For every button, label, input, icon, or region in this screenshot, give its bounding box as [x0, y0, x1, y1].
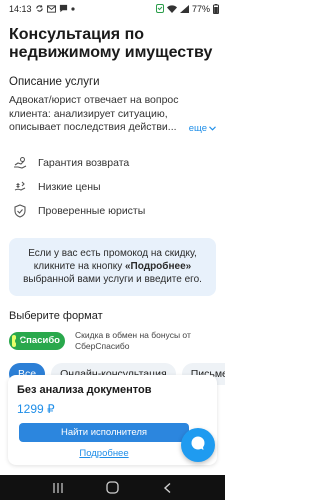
refund-icon: [12, 155, 28, 171]
promo-notice: Если у вас есть промокод на скидку, клик…: [9, 238, 216, 296]
feature-label: Проверенные юристы: [38, 205, 146, 217]
service-card-title: Без анализа документов: [17, 384, 152, 396]
page-title: Консультация по недвижимому имуществу: [9, 26, 213, 61]
chat-support-button[interactable]: [181, 428, 215, 462]
status-time: 14:13: [9, 3, 32, 14]
home-icon[interactable]: [103, 478, 123, 498]
more-details-link[interactable]: Подробнее: [19, 448, 189, 459]
battery-percent: 77%: [191, 3, 210, 14]
system-nav-bar: [0, 475, 225, 500]
chat-bubble-icon: [190, 435, 206, 456]
sber-logo-icon: [12, 334, 22, 347]
chevron-down-icon: [209, 122, 216, 136]
sber-badge-label: Спасибо: [19, 335, 60, 346]
description-text: Адвокат/юрист отвечает на вопрос клиента…: [9, 94, 179, 133]
status-bar: 14:13 77%: [0, 0, 225, 17]
feature-item: Проверенные юристы: [12, 199, 216, 223]
back-icon[interactable]: [158, 478, 178, 498]
format-heading: Выберите формат: [9, 310, 103, 322]
verified-shield-icon: [12, 203, 28, 219]
description-more-link[interactable]: еще: [184, 121, 216, 136]
dot-icon: [70, 6, 75, 11]
wifi-icon: [166, 4, 177, 13]
feature-item: Низкие цены: [12, 175, 216, 199]
promo-text-after: выбранной вами услуги и введите его.: [23, 274, 202, 285]
status-bar-left: 14:13: [9, 4, 75, 14]
chat-icon: [59, 4, 68, 13]
battery-icon: [213, 3, 219, 14]
feature-label: Низкие цены: [38, 181, 101, 193]
recent-apps-icon[interactable]: [48, 478, 68, 498]
mail-icon: [46, 4, 56, 13]
sber-bonus-text: Скидка в обмен на бонусы от СберСпасибо: [75, 330, 191, 351]
feature-label: Гарантия возврата: [38, 157, 130, 169]
promo-link-text: «Подробнее»: [125, 261, 192, 272]
description-more-label: еще: [188, 122, 207, 134]
features-list: Гарантия возврата Низкие цены Проверенны…: [12, 151, 216, 223]
sber-bonus-row: Спасибо Скидка в обмен на бонусы от Сбер…: [9, 330, 216, 351]
feature-item: Гарантия возврата: [12, 151, 216, 175]
find-executor-button[interactable]: Найти исполнителя: [19, 423, 189, 442]
description-text-block: Адвокат/юрист отвечает на вопрос клиента…: [9, 94, 216, 135]
alarm-icon: [155, 4, 164, 13]
sync-icon: [35, 4, 44, 13]
signal-icon: [179, 4, 189, 13]
description-heading: Описание услуги: [9, 76, 100, 88]
status-bar-right: 77%: [155, 3, 219, 14]
low-price-icon: [12, 179, 28, 195]
service-card-price: 1299 ₽: [17, 402, 55, 416]
sber-spasibo-badge: Спасибо: [9, 331, 65, 350]
